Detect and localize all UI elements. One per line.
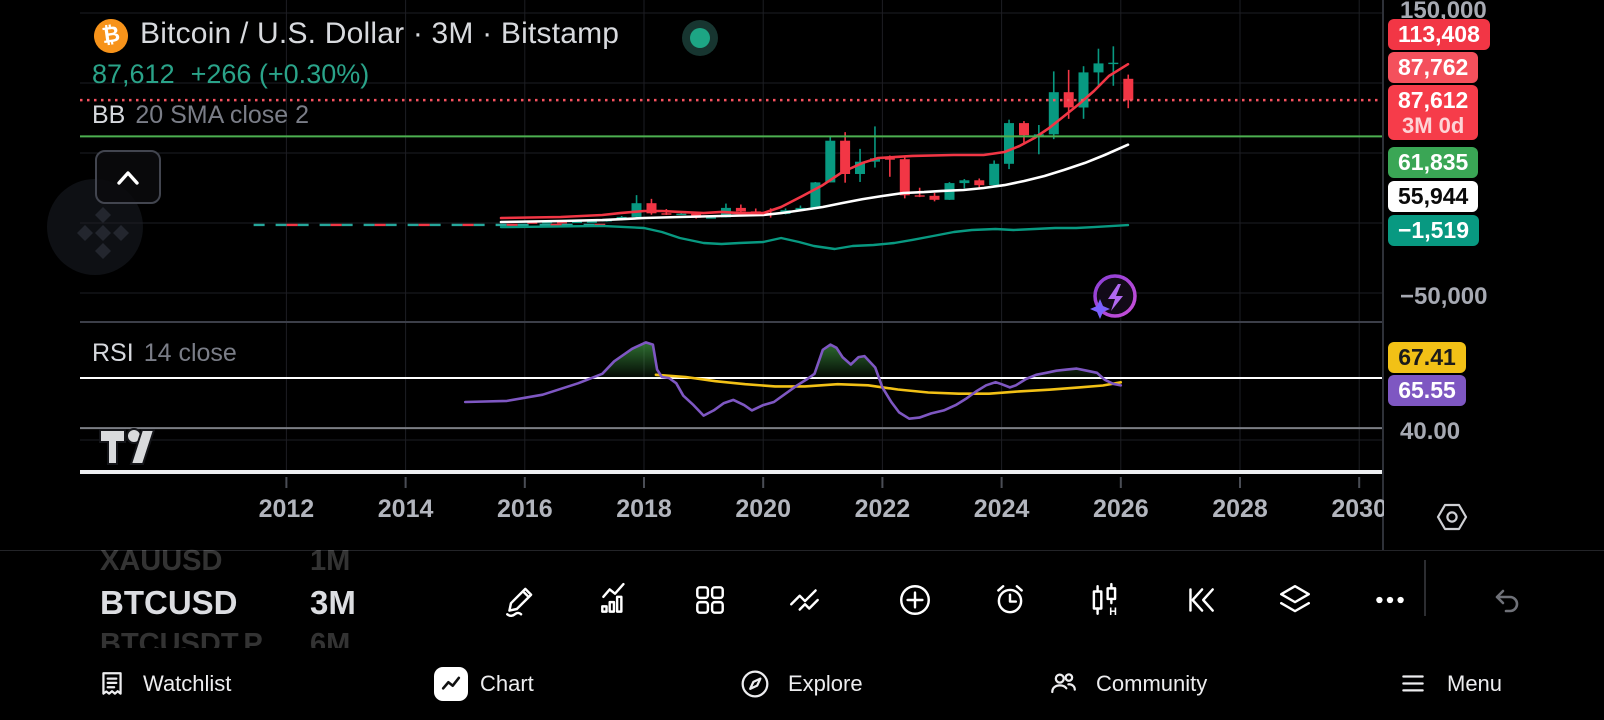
layouts-button[interactable]	[692, 582, 728, 618]
hexagon-nut-icon	[1436, 503, 1468, 531]
nav-label: Explore	[788, 671, 863, 696]
indicators-icon	[601, 582, 625, 613]
svg-text:H: H	[1109, 606, 1117, 618]
undo-icon	[1495, 589, 1519, 613]
draw-button[interactable]	[502, 582, 538, 618]
nav-label: Menu	[1447, 671, 1503, 696]
price-scale-badge: 65.55	[1388, 375, 1466, 406]
divider	[0, 550, 1604, 551]
nav-item-menu[interactable]	[1398, 648, 1428, 720]
last-price: 87,612	[92, 59, 175, 89]
chart-icon	[434, 667, 468, 701]
layers-button[interactable]	[1277, 582, 1313, 618]
nav-item-chart-label[interactable]: Chart	[480, 648, 534, 720]
bar-type-button[interactable]: H	[1087, 582, 1123, 618]
bar-type-icon: H	[1092, 582, 1117, 618]
explore-icon	[741, 670, 769, 698]
tradingview-logo	[97, 423, 157, 471]
price-row: 87,612 +266 (+0.30%)	[92, 59, 369, 90]
add-icon	[900, 585, 930, 615]
price-scale-badge: 55,944	[1388, 181, 1479, 212]
watchlist-icon	[102, 672, 122, 695]
bar-countdown: 3M 0d	[1402, 113, 1465, 138]
nav-item-menu-label[interactable]: Menu	[1447, 648, 1502, 720]
undo-button[interactable]	[1489, 582, 1525, 618]
community-icon	[1051, 673, 1076, 694]
tradingview-chart-screen: 2012 2014 2016 2018 2020 2022 2024 2026 2028 2030…	[0, 0, 1604, 720]
replay-icon	[1189, 588, 1214, 612]
price-change: +266 (+0.30%)	[190, 59, 370, 89]
bb-name: BB	[92, 101, 126, 129]
nav-item-watchlist[interactable]	[97, 648, 127, 720]
compare-icon	[790, 589, 819, 611]
nav-item-chart[interactable]	[434, 648, 468, 720]
nav-label: Chart	[480, 671, 534, 696]
indicators-button[interactable]	[597, 582, 633, 618]
chart-settings-button[interactable]	[1432, 499, 1472, 539]
nav-item-watchlist-label[interactable]: Watchlist	[143, 648, 231, 720]
nav-item-community-label[interactable]: Community	[1096, 648, 1207, 720]
nav-item-explore-label[interactable]: Explore	[788, 648, 863, 720]
rsi-scale-label-40[interactable]: 40.00	[1400, 418, 1460, 446]
scale-label-bottom[interactable]: −50,000	[1400, 283, 1487, 311]
market-status-icon[interactable]	[682, 20, 718, 56]
divider	[1424, 560, 1426, 616]
rsi-params: 14 close	[143, 339, 237, 367]
chevron-up-icon	[117, 171, 139, 185]
add-button[interactable]	[897, 582, 933, 618]
price-scale-badge: 87,612 3M 0d	[1388, 85, 1479, 140]
price-scale-badge: −1,519	[1388, 215, 1479, 246]
collapse-panel-button[interactable]	[95, 150, 161, 204]
compare-button[interactable]	[787, 582, 823, 618]
nav-label: Community	[1096, 671, 1208, 696]
ai-flash-button[interactable]	[1088, 272, 1140, 324]
nav-item-explore[interactable]	[740, 648, 770, 720]
picker-symbol-xauusd[interactable]: XAUUSD	[100, 545, 222, 578]
layouts-icon	[696, 586, 724, 614]
picker-interval[interactable]: 3M	[310, 584, 356, 622]
lightning-sparkle-icon	[1090, 274, 1137, 319]
bb-params: 20 SMA close 2	[135, 101, 310, 129]
replay-button[interactable]	[1182, 582, 1218, 618]
more-button[interactable]	[1372, 582, 1408, 618]
nav-item-community[interactable]	[1048, 648, 1078, 720]
alert-button[interactable]	[992, 582, 1028, 618]
price-scale-badge: 67.41	[1388, 342, 1466, 373]
layers-icon	[1280, 585, 1310, 613]
picker-symbol-btcusd[interactable]: BTCUSD	[100, 584, 238, 622]
price-scale-badge: 61,835	[1388, 147, 1479, 178]
alert-icon	[997, 585, 1023, 614]
symbol-title[interactable]: Bitcoin / U.S. Dollar · 3M · Bitstamp	[140, 17, 619, 51]
draw-icon	[506, 587, 533, 617]
price-scale-badge: 87,762	[1388, 52, 1479, 83]
nav-label: Watchlist	[143, 671, 232, 696]
rsi-name: RSI	[92, 339, 134, 367]
price-scale-badge: 113,408	[1388, 19, 1490, 50]
menu-icon	[1402, 675, 1424, 692]
more-icon	[1376, 596, 1404, 604]
picker-interval[interactable]: 1M	[310, 545, 350, 578]
bb-indicator-label[interactable]: BB 20 SMA close 2	[92, 101, 309, 130]
rsi-indicator-label[interactable]: RSI 14 close	[92, 339, 237, 368]
bottom-nav-bar: Watchlist Chart Explore Community Menu	[0, 648, 1604, 720]
